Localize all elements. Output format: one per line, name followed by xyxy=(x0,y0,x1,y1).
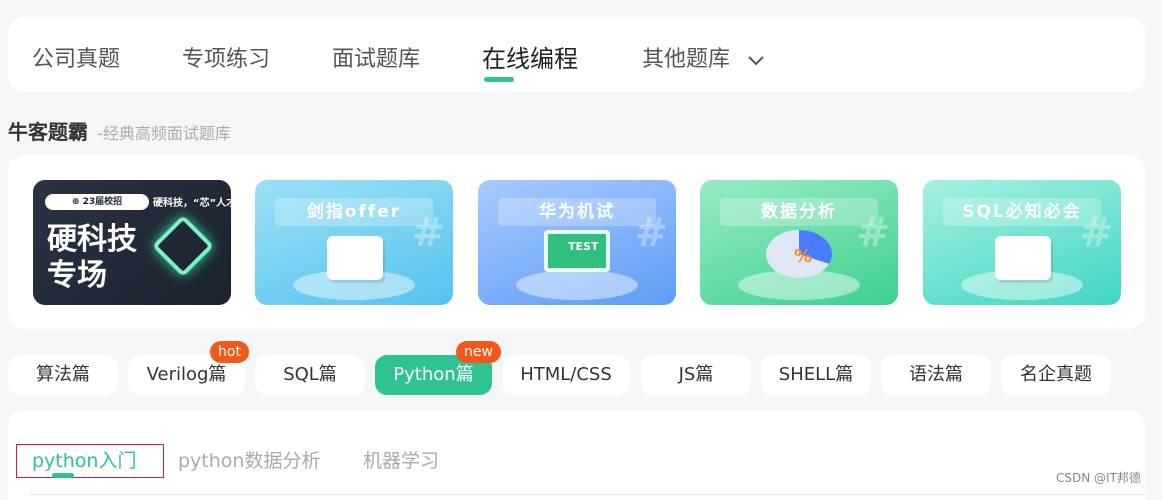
tag-label: 名企真题 xyxy=(1020,364,1092,385)
chip-diamond-icon xyxy=(151,214,215,278)
banner-jianzhi-offer[interactable]: 剑指offer # xyxy=(255,180,453,305)
tag-label: HTML/CSS xyxy=(520,364,612,385)
chevron-down-icon xyxy=(747,48,765,73)
banner-title: 华为机试 xyxy=(498,198,656,226)
tag-shell[interactable]: SHELL篇 xyxy=(761,355,871,395)
new-badge: new xyxy=(456,341,501,363)
subtab-label: python数据分析 xyxy=(178,450,321,472)
laptop-screen-text: TEST xyxy=(568,240,599,253)
banner-sql[interactable]: SQL必知必会 # xyxy=(923,180,1121,305)
hash-decor-icon: # xyxy=(411,210,445,256)
nav-item-label: 在线编程 xyxy=(482,45,578,73)
nav-item-company[interactable]: 公司真题 xyxy=(32,41,120,73)
subtab-label: 机器学习 xyxy=(363,450,440,472)
nav-item-online-coding[interactable]: 在线编程 xyxy=(482,39,578,82)
tag-python[interactable]: Python篇 new xyxy=(375,341,501,395)
banner-huawei[interactable]: 华为机试 # TEST xyxy=(478,180,676,305)
percent-symbol: % xyxy=(794,246,813,267)
subtab-panel: python入门 python数据分析 机器学习 xyxy=(8,410,1145,500)
banner-tag: ⊕ 23届校招 xyxy=(45,194,149,210)
hash-decor-icon: # xyxy=(1079,210,1113,256)
book-icon xyxy=(327,236,383,280)
tag-syntax[interactable]: 语法篇 xyxy=(881,355,991,395)
nav-item-practice[interactable]: 专项练习 xyxy=(182,41,270,73)
section-subtitle: -经典高频面试题库 xyxy=(97,124,231,143)
book-icon xyxy=(995,236,1051,280)
hash-decor-icon: # xyxy=(634,210,668,256)
subtab-label: python入门 xyxy=(32,450,137,472)
subtab-machine-learning[interactable]: 机器学习 xyxy=(363,446,439,473)
tag-label: SHELL篇 xyxy=(778,364,854,385)
tag-algorithm[interactable]: 算法篇 xyxy=(8,355,118,395)
banner-title: 剑指offer xyxy=(275,198,433,226)
nav-item-label: 公司真题 xyxy=(32,47,121,72)
nav-item-other[interactable]: 其他题库 xyxy=(642,41,765,73)
tag-label: 算法篇 xyxy=(36,364,90,385)
banner-hardtech[interactable]: ⊕ 23届校招 硬科技，“芯”人才 硬科技 专场 xyxy=(33,180,231,305)
banner-headline: 硬科技 专场 xyxy=(47,222,137,293)
banner-title: 数据分析 xyxy=(720,198,878,226)
section-header: 牛客题霸 -经典高频面试题库 xyxy=(8,116,231,145)
banner-title: SQL必知必会 xyxy=(943,198,1101,226)
watermark: CSDN @IT邦德 xyxy=(1056,471,1141,485)
active-subtab-indicator xyxy=(52,473,74,478)
tag-label: JS篇 xyxy=(678,364,714,385)
tag-company-questions[interactable]: 名企真题 xyxy=(1001,355,1111,395)
tag-html-css[interactable]: HTML/CSS xyxy=(502,355,630,395)
subtab-python-data-analysis[interactable]: python数据分析 xyxy=(178,446,320,473)
section-title: 牛客题霸 xyxy=(8,120,88,144)
banner-data-analysis[interactable]: 数据分析 # % xyxy=(700,180,898,305)
laptop-icon: TEST xyxy=(544,230,610,272)
banner-panel: ⊕ 23届校招 硬科技，“芯”人才 硬科技 专场 剑指offer # 华为机试 … xyxy=(8,155,1145,329)
tag-js[interactable]: JS篇 xyxy=(641,355,751,395)
tag-label: SQL篇 xyxy=(283,364,337,385)
tag-label: Verilog篇 xyxy=(146,364,227,385)
tag-label: Python篇 xyxy=(393,364,474,385)
subtab-python-intro[interactable]: python入门 xyxy=(32,446,136,473)
category-tags: 算法篇 Verilog篇 hot SQL篇 Python篇 new HTML/C… xyxy=(8,341,1148,395)
nav-item-interview[interactable]: 面试题库 xyxy=(332,41,420,73)
top-nav: 公司真题 专项练习 面试题库 在线编程 其他题库 xyxy=(8,17,1145,92)
tag-sql[interactable]: SQL篇 xyxy=(255,355,365,395)
pedestal-decor xyxy=(516,270,638,300)
hot-badge: hot xyxy=(210,341,249,363)
active-tab-indicator xyxy=(484,77,514,82)
nav-item-label: 专项练习 xyxy=(182,47,271,72)
tag-verilog[interactable]: Verilog篇 hot xyxy=(128,341,249,395)
banner-tagline: 硬科技，“芯”人才 xyxy=(153,198,231,209)
nav-item-label: 其他题库 xyxy=(642,47,731,72)
tag-label: 语法篇 xyxy=(909,364,963,385)
nav-item-label: 面试题库 xyxy=(332,47,421,72)
hash-decor-icon: # xyxy=(856,210,890,256)
